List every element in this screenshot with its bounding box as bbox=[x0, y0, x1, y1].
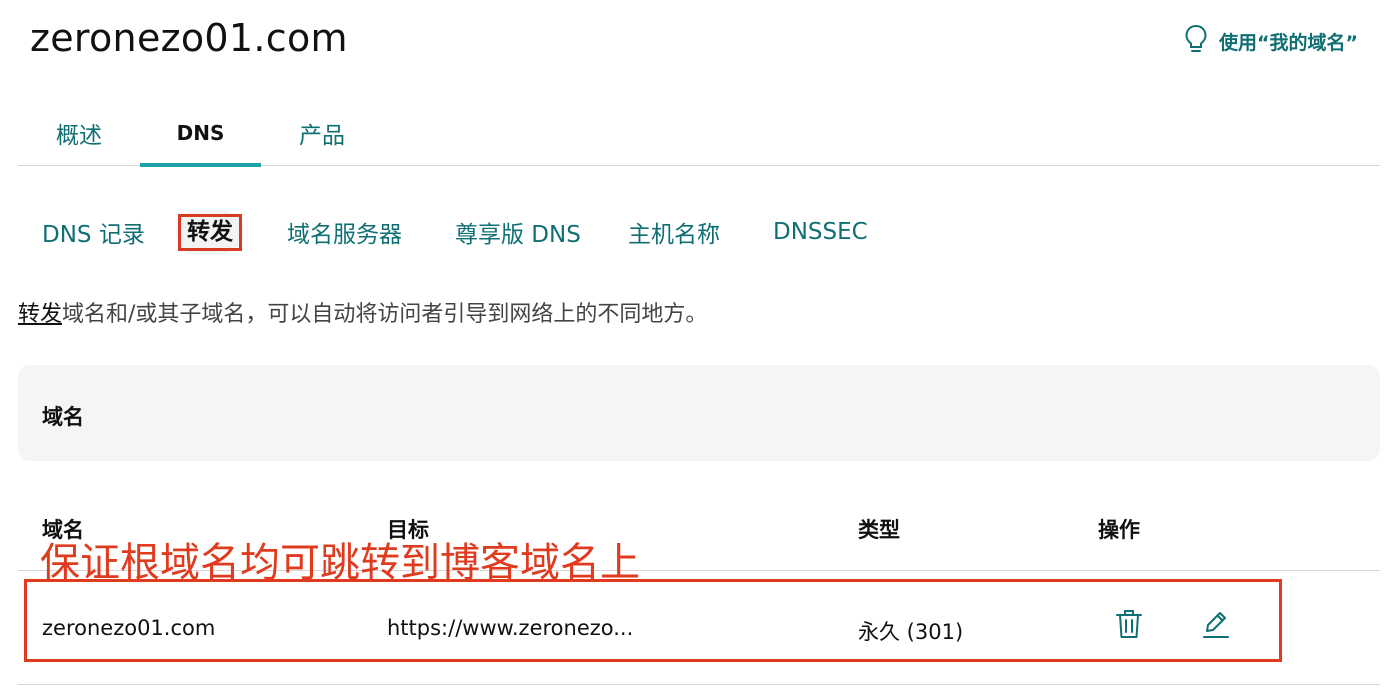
forwarding-description: 转发域名和/或其子域名，可以自动将访问者引导到网络上的不同地方。 bbox=[18, 296, 707, 328]
subtab-forwarding-label: 转发 bbox=[178, 213, 242, 251]
panel-title: 域名 bbox=[42, 405, 84, 429]
row-type-cell: 永久 (301) bbox=[858, 620, 964, 644]
use-my-domain-label: 使用“我的域名” bbox=[1219, 32, 1358, 54]
forwarding-help-link[interactable]: 转发 bbox=[18, 302, 62, 327]
row-divider bbox=[18, 684, 1380, 685]
main-tab-bar: 概述 DNS 产品 bbox=[18, 100, 1380, 167]
sub-tab-bar: DNS 记录 转发 域名服务器 尊享版 DNS 主机名称 DNSSEC bbox=[18, 200, 1018, 264]
subtab-hostnames[interactable]: 主机名称 bbox=[628, 210, 720, 254]
tab-dns[interactable]: DNS bbox=[140, 100, 261, 167]
page-title: zeronezo01.com bbox=[30, 16, 348, 60]
trash-icon bbox=[1114, 608, 1144, 644]
delete-button[interactable] bbox=[1111, 608, 1147, 644]
edit-pencil-icon bbox=[1201, 608, 1231, 644]
lightbulb-icon bbox=[1183, 24, 1209, 59]
row-target-cell: https://www.zeronezo... bbox=[387, 616, 634, 640]
description-text: 域名和/或其子域名，可以自动将访问者引导到网络上的不同地方。 bbox=[62, 302, 708, 327]
subtab-premium-dns[interactable]: 尊享版 DNS bbox=[455, 210, 581, 254]
column-header-actions: 操作 bbox=[1098, 518, 1140, 542]
subtab-nameservers[interactable]: 域名服务器 bbox=[287, 210, 402, 254]
subtab-dns-records[interactable]: DNS 记录 bbox=[42, 210, 145, 254]
row-domain-cell: zeronezo01.com bbox=[42, 616, 216, 640]
use-my-domain-link[interactable]: 使用“我的域名” bbox=[1183, 24, 1358, 59]
column-header-type: 类型 bbox=[858, 518, 900, 542]
domain-panel: 域名 bbox=[18, 365, 1380, 461]
subtab-forwarding[interactable]: 转发 bbox=[176, 210, 244, 254]
subtab-dnssec[interactable]: DNSSEC bbox=[773, 210, 868, 254]
tab-overview[interactable]: 概述 bbox=[54, 100, 104, 166]
edit-button[interactable] bbox=[1198, 608, 1234, 644]
tab-products[interactable]: 产品 bbox=[296, 100, 348, 166]
